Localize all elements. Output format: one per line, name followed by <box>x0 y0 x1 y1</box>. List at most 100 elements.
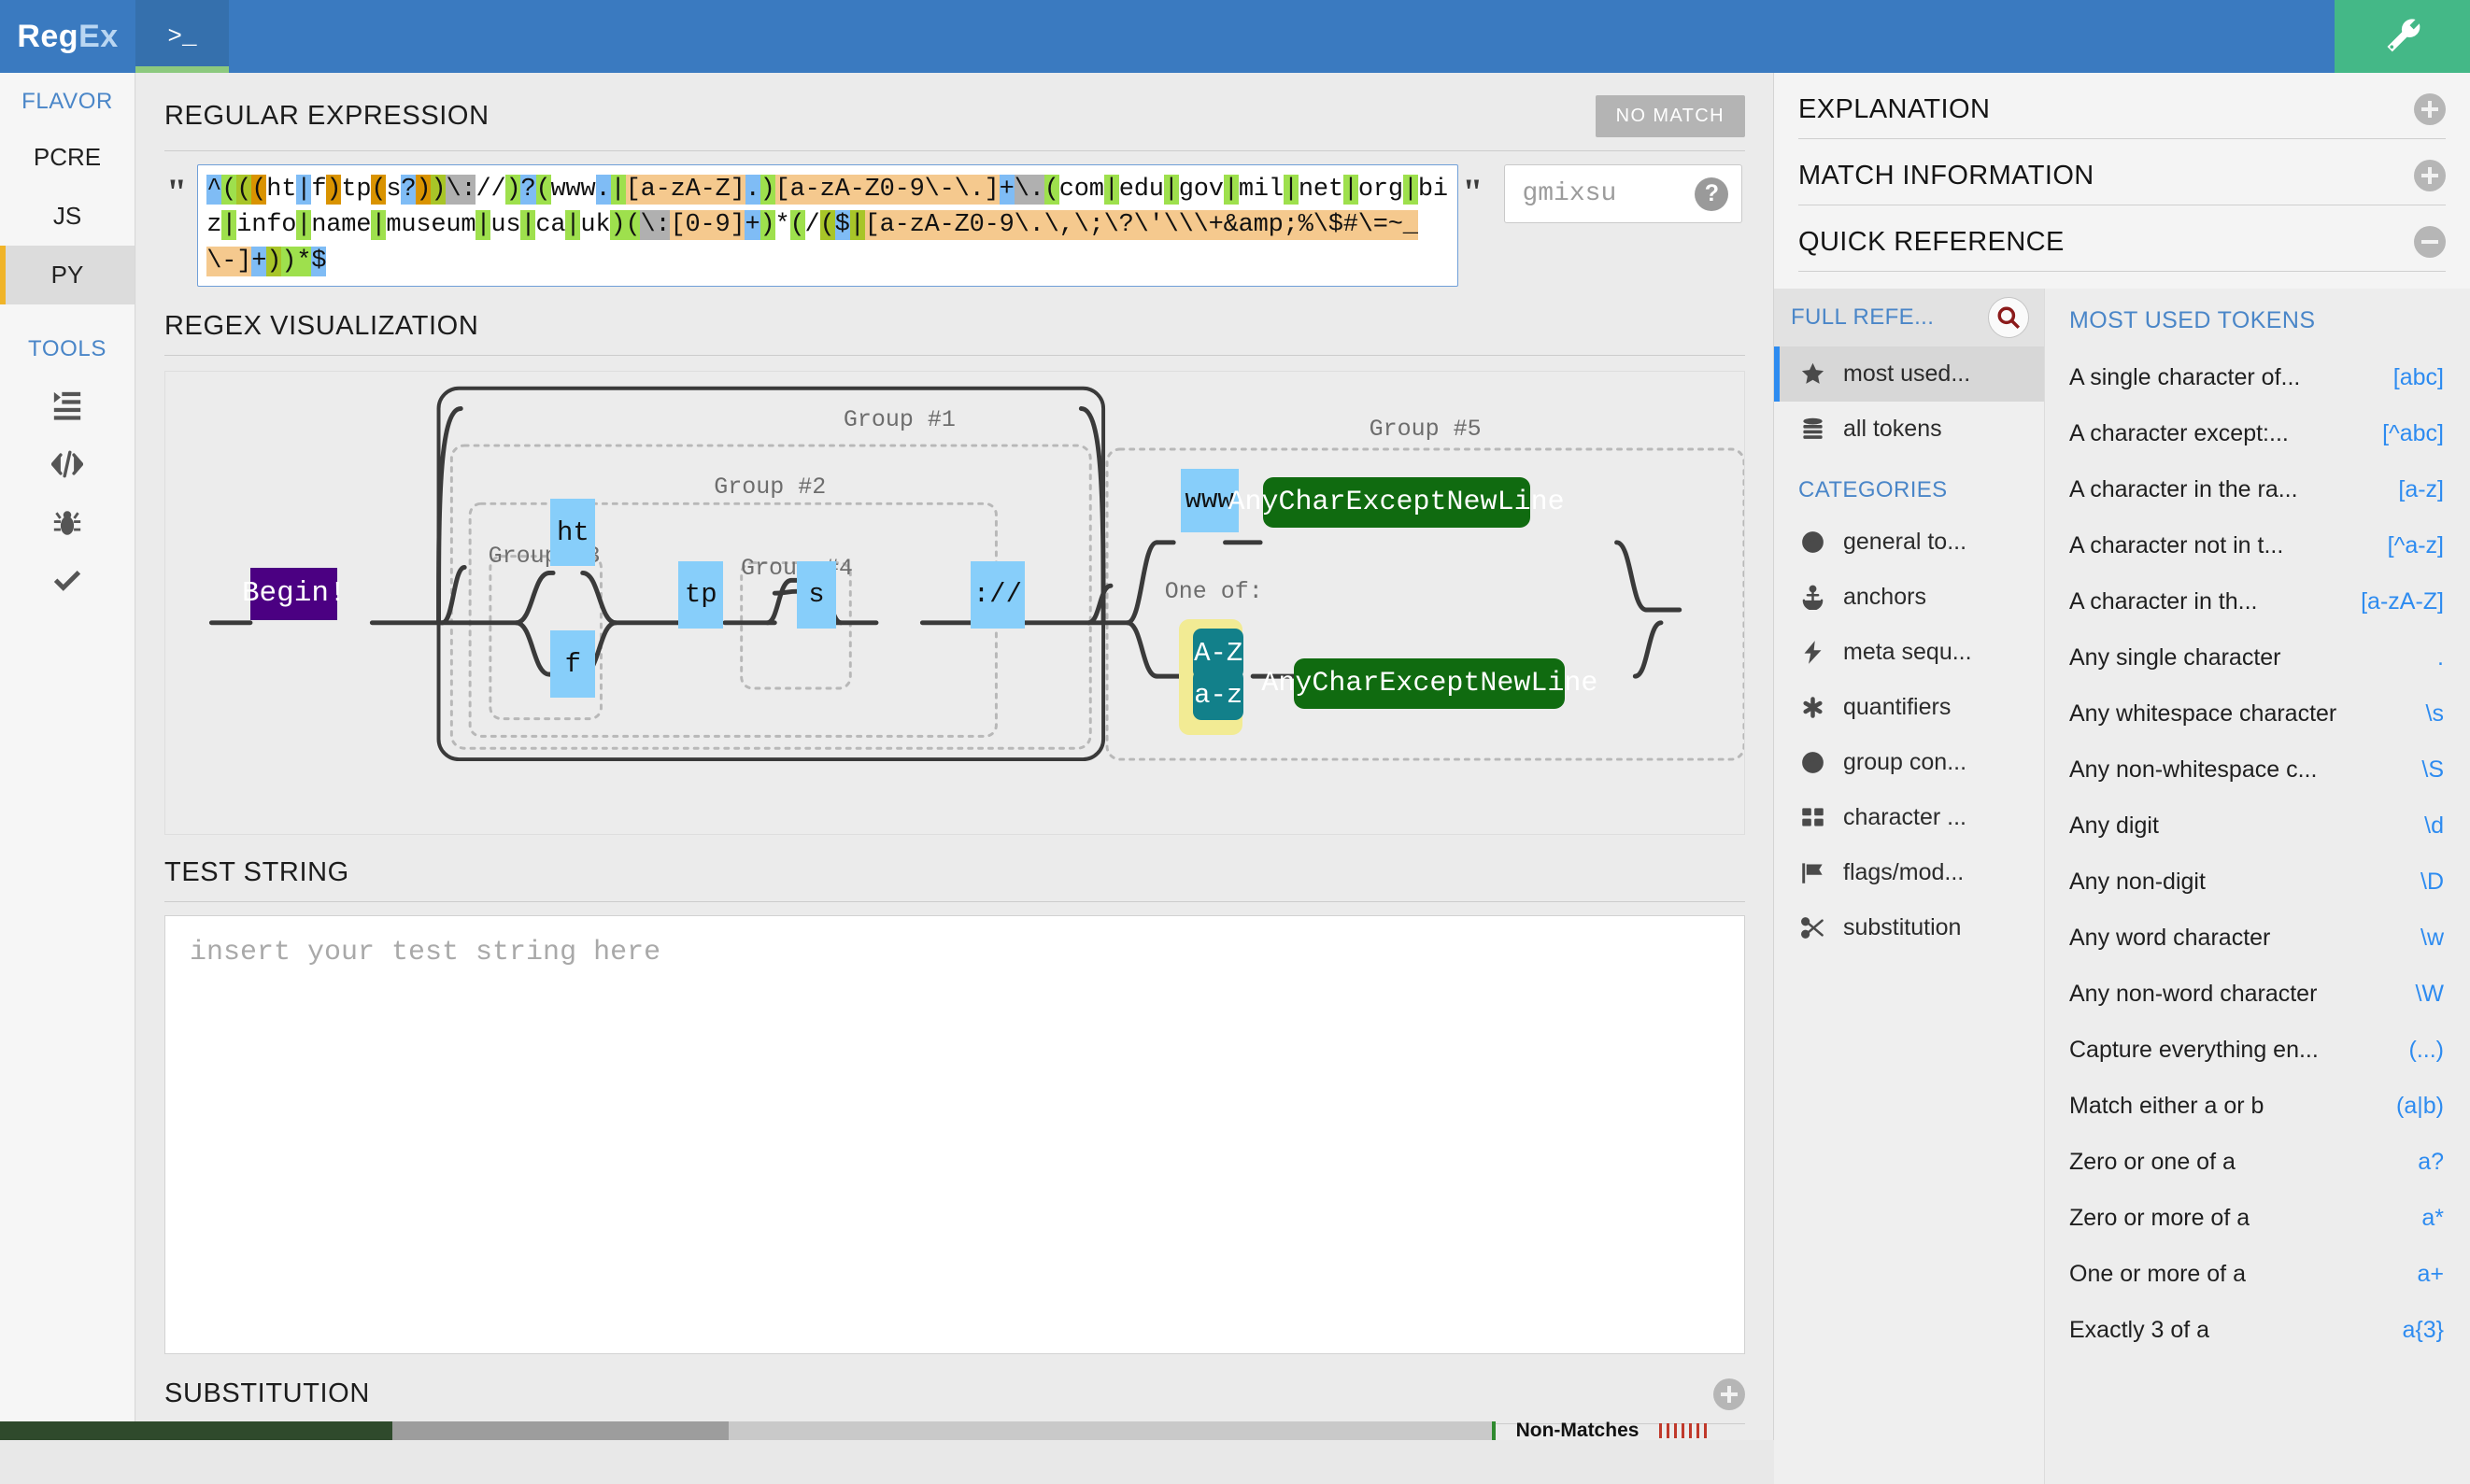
token-row[interactable]: A character in th...[a-zA-Z] <box>2045 573 2470 629</box>
asterisk-icon <box>1798 695 1826 720</box>
node-begin[interactable]: Begin! <box>250 568 337 620</box>
token-row[interactable]: Any word character\w <box>2045 910 2470 966</box>
main-panel: REGULAR EXPRESSION NO MATCH " ^(((ht|f)t… <box>136 73 1773 1440</box>
flavor-item-py[interactable]: PY <box>0 246 135 304</box>
qr-category-general-tokens[interactable]: general to... <box>1774 515 2044 570</box>
token-description: Exactly 3 of a <box>2069 1317 2209 1344</box>
search-icon[interactable] <box>1988 297 2029 338</box>
token-row[interactable]: Exactly 3 of a a{3} <box>2045 1302 2470 1358</box>
divider <box>1798 271 2446 272</box>
test-string-input[interactable]: insert your test string here <box>164 915 1745 1354</box>
flavor-item-pcre[interactable]: PCRE <box>0 128 135 187</box>
group-5-label: Group #5 <box>1370 416 1482 443</box>
quick-reference-nav: FULL REFE... most used... all tokens CAT… <box>1774 289 2045 1484</box>
quick-reference-body: FULL REFE... most used... all tokens CAT… <box>1774 289 2470 1484</box>
node-s[interactable]: s <box>797 561 836 629</box>
one-of-label: One of: <box>1165 578 1263 605</box>
token-row[interactable]: Zero or one of a a? <box>2045 1134 2470 1190</box>
explanation-panel-header[interactable]: EXPLANATION <box>1774 73 2470 125</box>
token-row[interactable]: A character not in t...[^a-z] <box>2045 517 2470 573</box>
qr-category-meta-sequences[interactable]: meta sequ... <box>1774 625 2044 680</box>
question-mark-icon[interactable]: ? <box>1695 177 1728 211</box>
token-description: One or more of a <box>2069 1261 2246 1288</box>
token-row[interactable]: Any non-word character\W <box>2045 966 2470 1022</box>
token-code: . <box>2424 644 2444 671</box>
qr-category-character-classes[interactable]: character ... <box>1774 790 2044 845</box>
token-row[interactable]: Match either a or b(a|b) <box>2045 1078 2470 1134</box>
app-logo[interactable]: RegEx <box>0 0 135 73</box>
token-row[interactable]: Zero or more of aa* <box>2045 1190 2470 1246</box>
token-row[interactable]: A character except:...[^abc] <box>2045 405 2470 461</box>
qr-category-character-classes-label: character ... <box>1843 804 1966 831</box>
token-row[interactable]: A single character of...[abc] <box>2045 349 2470 405</box>
node-anychar-1[interactable]: AnyCharExceptNewLine <box>1263 477 1530 528</box>
token-row[interactable]: Any non-digit\D <box>2045 854 2470 910</box>
node-begin-label: Begin! <box>242 577 347 610</box>
node-protocol-separator[interactable]: :// <box>971 561 1025 629</box>
node-az-upper-label: A-Z <box>1194 638 1242 669</box>
token-code: a{3} <box>2389 1317 2444 1344</box>
token-code: \W <box>2402 981 2444 1008</box>
node-ht[interactable]: ht <box>550 499 595 566</box>
token-code: a? <box>2405 1149 2444 1176</box>
match-status-badge: NO MATCH <box>1596 95 1745 137</box>
token-row[interactable]: Any digit\d <box>2045 798 2470 854</box>
wrench-icon <box>2382 14 2423 60</box>
token-code: a* <box>2408 1205 2444 1232</box>
node-f[interactable]: f <box>550 630 595 698</box>
node-anychar-2[interactable]: AnyCharExceptNewLine <box>1294 658 1565 709</box>
match-information-title: MATCH INFORMATION <box>1798 161 2094 191</box>
token-row[interactable]: Capture everything en...(...) <box>2045 1022 2470 1078</box>
flag-icon <box>1798 860 1826 885</box>
divider <box>164 355 1745 356</box>
tool-unit-tests[interactable] <box>0 552 135 611</box>
qr-category-substitution[interactable]: substitution <box>1774 900 2044 955</box>
qr-nav-most-used[interactable]: most used... <box>1774 346 2044 402</box>
flags-input[interactable]: gmixsu ? <box>1504 164 1742 223</box>
right-panel: EXPLANATION MATCH INFORMATION QUICK REFE… <box>1773 73 2470 1440</box>
qr-category-group-constructs[interactable]: group con... <box>1774 735 2044 790</box>
flavor-item-js[interactable]: JS <box>0 187 135 246</box>
expand-explanation-icon[interactable] <box>2414 93 2446 125</box>
regex-visualization[interactable]: Group #1 Group #2 Group #3 Group #4 Grou… <box>164 371 1745 835</box>
visualization-diagram <box>165 372 1744 830</box>
tool-debugger[interactable] <box>0 493 135 552</box>
qr-nav-all-tokens[interactable]: all tokens <box>1774 402 2044 457</box>
regex-input-row: " ^(((ht|f)tp(s?))\://)?(www.|[a-zA-Z].)… <box>136 151 1773 287</box>
node-tp[interactable]: tp <box>678 561 723 629</box>
group-1-label: Group #1 <box>844 406 956 433</box>
strip-dark-segment <box>0 1421 392 1440</box>
regex-input[interactable]: ^(((ht|f)tp(s?))\://)?(www.|[a-zA-Z].)[a… <box>197 164 1458 287</box>
plus-circle-icon[interactable] <box>1713 1378 1745 1410</box>
token-description: Any digit <box>2069 813 2159 840</box>
token-row[interactable]: A character in the ra...[a-z] <box>2045 461 2470 517</box>
token-row[interactable]: Any whitespace character\s <box>2045 685 2470 742</box>
node-az-lower[interactable]: a-z <box>1193 670 1243 720</box>
expand-match-information-icon[interactable] <box>2414 160 2446 191</box>
strip-gray-segment <box>392 1421 729 1440</box>
logo-ex: Ex <box>78 19 119 55</box>
match-information-panel-header[interactable]: MATCH INFORMATION <box>1774 139 2470 191</box>
qr-category-quantifiers[interactable]: quantifiers <box>1774 680 2044 735</box>
quick-reference-panel-header[interactable]: QUICK REFERENCE <box>1774 205 2470 258</box>
qr-category-flags-modifiers[interactable]: flags/mod... <box>1774 845 2044 900</box>
flavor-heading: FLAVOR <box>0 73 135 128</box>
token-row[interactable]: One or more of aa+ <box>2045 1246 2470 1302</box>
token-description: Zero or one of a <box>2069 1149 2236 1176</box>
token-description: Any word character <box>2069 925 2270 952</box>
settings-button[interactable] <box>2335 0 2470 73</box>
anchor-icon <box>1798 585 1826 610</box>
token-description: Any single character <box>2069 644 2281 671</box>
token-row[interactable]: Any single character. <box>2045 629 2470 685</box>
target-icon <box>1798 530 1826 555</box>
node-s-label: s <box>808 579 824 610</box>
qr-category-anchors[interactable]: anchors <box>1774 570 2044 625</box>
terminal-tab[interactable]: >_ <box>135 0 229 73</box>
token-description: A character in the ra... <box>2069 476 2298 503</box>
full-reference-header[interactable]: FULL REFE... <box>1774 289 2044 346</box>
token-row[interactable]: Any non-whitespace c...\S <box>2045 742 2470 798</box>
collapse-quick-reference-icon[interactable] <box>2414 226 2446 258</box>
tool-code-generator[interactable] <box>0 375 135 434</box>
target-icon <box>1798 750 1826 775</box>
tool-code-view[interactable] <box>0 434 135 493</box>
